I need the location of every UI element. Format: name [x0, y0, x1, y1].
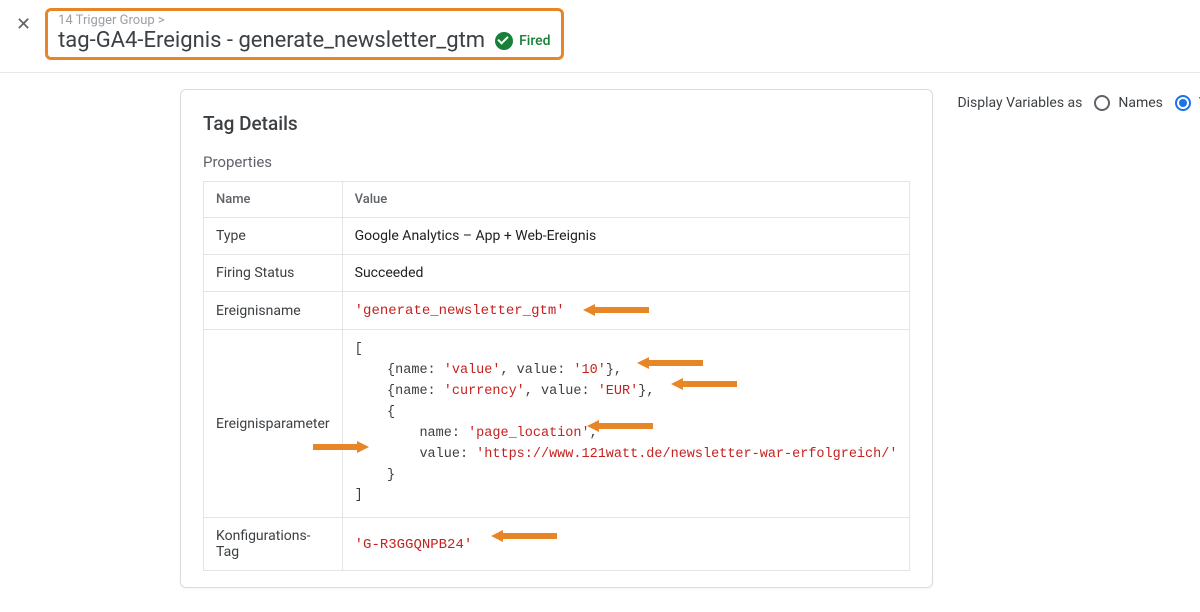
prop-event-value: 'generate_newsletter_gtm' [342, 292, 910, 330]
display-vars-label: Display Variables as [957, 95, 1082, 111]
prop-type-value: Google Analytics – App + Web-Ereignis [342, 218, 910, 255]
header-bar: ✕ 14 Trigger Group > tag-GA4-Ereignis - … [0, 0, 1200, 73]
table-row: Ereignisname 'generate_newsletter_gtm' [204, 292, 910, 330]
properties-table: Name Value Type Google Analytics – App +… [203, 181, 910, 571]
fired-label: Fired [519, 33, 551, 49]
prop-params-value: [ {name: 'value', value: '10'}, {name: '… [342, 330, 910, 518]
prop-firing-value: Succeeded [342, 255, 910, 292]
config-tag-value: 'G-R3GGQNPB24' [355, 537, 473, 553]
prop-config-value: 'G-R3GGQNPB24' [342, 518, 910, 571]
table-row: Firing Status Succeeded [204, 255, 910, 292]
check-circle-icon [495, 32, 513, 50]
prop-event-label: Ereignisname [204, 292, 343, 330]
radio-names-label[interactable]: Names [1118, 95, 1163, 111]
panel-heading: Tag Details [203, 112, 910, 135]
page-title: tag-GA4-Ereignis - generate_newsletter_g… [58, 28, 485, 53]
radio-names[interactable] [1094, 95, 1110, 111]
breadcrumb[interactable]: 14 Trigger Group > [58, 13, 550, 28]
display-variables-toggle: Display Variables as Names Values [957, 89, 1200, 111]
table-row: Konfigurations-Tag 'G-R3GGQNPB24' [204, 518, 910, 571]
prop-params-label: Ereignisparameter [204, 330, 343, 518]
tag-details-panel: Tag Details Properties Name Value Type G… [180, 89, 933, 588]
prop-config-label: Konfigurations-Tag [204, 518, 343, 571]
col-name: Name [204, 182, 343, 218]
radio-values[interactable] [1175, 95, 1191, 111]
table-row: Ereignisparameter [ {name: 'value', valu… [204, 330, 910, 518]
title-highlight-box: 14 Trigger Group > tag-GA4-Ereignis - ge… [45, 8, 563, 60]
prop-firing-label: Firing Status [204, 255, 343, 292]
col-value: Value [342, 182, 910, 218]
close-icon[interactable]: ✕ [8, 8, 45, 34]
event-params-code: [ {name: 'value', value: '10'}, {name: '… [355, 340, 898, 507]
prop-type-label: Type [204, 218, 343, 255]
fired-badge: Fired [495, 32, 551, 50]
event-name-value: 'generate_newsletter_gtm' [355, 303, 565, 319]
properties-subheading: Properties [203, 153, 910, 171]
table-row: Type Google Analytics – App + Web-Ereign… [204, 218, 910, 255]
